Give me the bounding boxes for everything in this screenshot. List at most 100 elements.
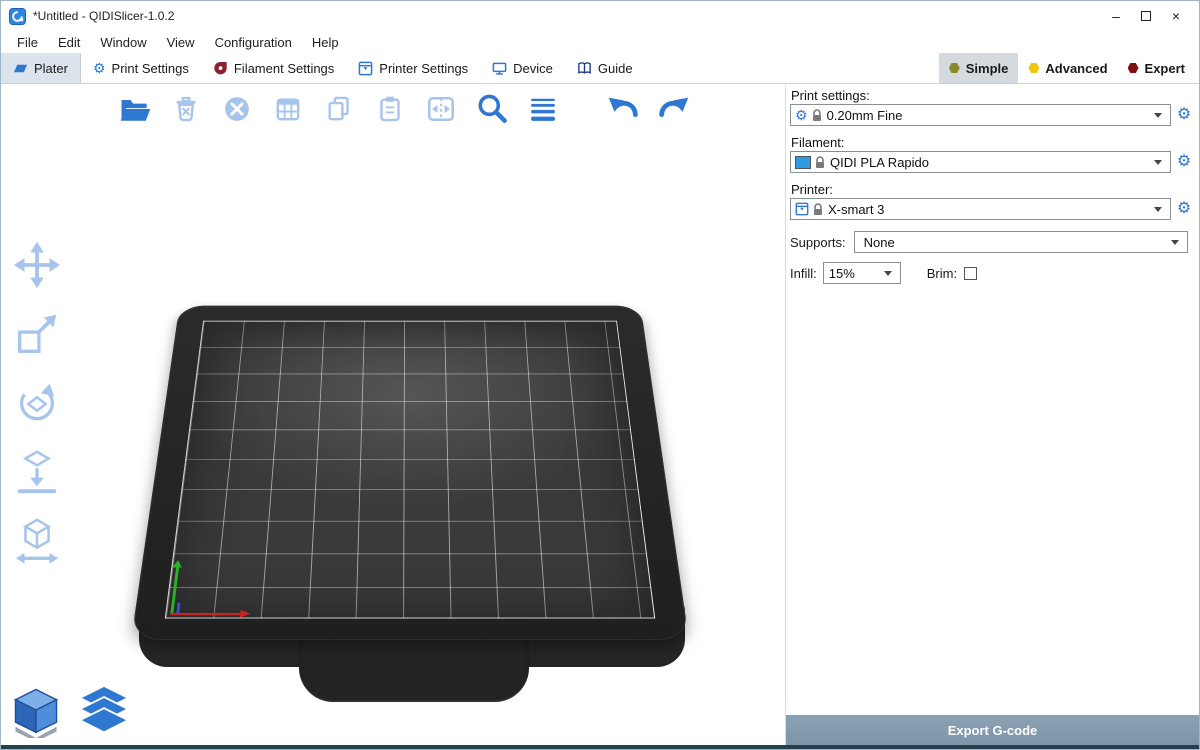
mode-label: Simple: [966, 61, 1009, 76]
tab-label: Guide: [598, 61, 633, 76]
gear-icon: ⚙: [795, 108, 808, 122]
filament-label: Filament:: [791, 135, 1195, 150]
dropdown-arrow: [1150, 160, 1166, 165]
undo-button[interactable]: [601, 87, 645, 131]
mode-switcher: Simple Advanced Expert: [939, 53, 1199, 83]
supports-label: Supports:: [790, 235, 846, 250]
preview-layers-view-button[interactable]: [75, 681, 133, 739]
app-logo-icon: [9, 8, 26, 25]
minimize-button[interactable]: –: [1101, 4, 1131, 28]
simple-mode-icon: [949, 63, 960, 74]
tab-printer-settings[interactable]: Printer Settings: [346, 53, 480, 83]
mode-expert[interactable]: Expert: [1118, 53, 1195, 83]
printer-icon: [795, 202, 809, 216]
tab-label: Device: [513, 61, 553, 76]
tab-guide[interactable]: Guide: [565, 53, 645, 83]
redo-button[interactable]: [652, 87, 696, 131]
filament-value: QIDI PLA Rapido: [830, 155, 929, 170]
tabbar: Plater ⚙ Print Settings Filament Setting…: [1, 53, 1199, 84]
lock-icon: [812, 109, 822, 122]
menu-view[interactable]: View: [157, 35, 205, 50]
printer-gear-button[interactable]: ⚙: [1173, 198, 1195, 220]
paste-button[interactable]: [368, 87, 412, 131]
printer-icon: [358, 61, 373, 76]
mode-simple[interactable]: Simple: [939, 53, 1019, 83]
export-gcode-button[interactable]: Export G-code: [786, 715, 1199, 745]
infill-value: 15%: [829, 266, 855, 281]
menu-window[interactable]: Window: [90, 35, 156, 50]
filament-color-swatch: [795, 156, 811, 169]
dropdown-arrow: [1167, 240, 1183, 245]
dropdown-arrow: [1150, 113, 1166, 118]
search-button[interactable]: [470, 87, 514, 131]
print-settings-select[interactable]: ⚙ 0.20mm Fine: [790, 104, 1171, 126]
expert-mode-icon: [1128, 63, 1139, 74]
window-bottom-edge: [1, 745, 1199, 749]
scale-button[interactable]: [9, 306, 65, 362]
split-objects-button[interactable]: [419, 87, 463, 131]
printer-bed-handle: [299, 630, 529, 702]
brim-checkbox[interactable]: [964, 267, 977, 280]
filament-icon: [213, 61, 228, 76]
tab-device[interactable]: Device: [480, 53, 565, 83]
guide-icon: [577, 61, 592, 76]
printer-label: Printer:: [791, 182, 1195, 197]
tab-label: Plater: [34, 61, 68, 76]
rotate-button[interactable]: [9, 375, 65, 431]
place-on-face-button[interactable]: [9, 444, 65, 500]
main-area: Print settings: ⚙ 0.20mm Fine ⚙ Filament…: [1, 85, 1199, 745]
mode-advanced[interactable]: Advanced: [1018, 53, 1117, 83]
tab-print-settings[interactable]: ⚙ Print Settings: [81, 53, 201, 83]
scale-to-fit-button[interactable]: [9, 513, 65, 569]
device-icon: [492, 61, 507, 76]
plater-icon: [13, 61, 28, 76]
printer-bed-frame: [131, 306, 689, 640]
printer-value: X-smart 3: [828, 202, 884, 217]
dropdown-arrow: [1150, 207, 1166, 212]
infill-select[interactable]: 15%: [823, 262, 901, 284]
advanced-mode-icon: [1028, 63, 1039, 74]
3d-editor-view-button[interactable]: [7, 681, 65, 739]
supports-value: None: [864, 235, 895, 250]
tab-filament-settings[interactable]: Filament Settings: [201, 53, 346, 83]
close-button[interactable]: ×: [1161, 4, 1191, 28]
printer-select[interactable]: X-smart 3: [790, 198, 1171, 220]
arrange-button[interactable]: [266, 87, 310, 131]
supports-select[interactable]: None: [854, 231, 1188, 253]
menu-file[interactable]: File: [7, 35, 48, 50]
x-axis-indicator: [170, 613, 245, 615]
filament-select[interactable]: QIDI PLA Rapido: [790, 151, 1171, 173]
tab-plater[interactable]: Plater: [1, 53, 81, 83]
lock-icon: [815, 156, 825, 169]
printer-bed: [131, 306, 689, 640]
variable-layer-height-button[interactable]: [521, 87, 565, 131]
viewport-toolbar: [113, 87, 696, 131]
3d-viewport[interactable]: [1, 85, 786, 745]
bed-grid-surface: [165, 321, 655, 619]
settings-panel: Print settings: ⚙ 0.20mm Fine ⚙ Filament…: [786, 85, 1199, 745]
tab-label: Printer Settings: [379, 61, 468, 76]
titlebar: *Untitled - QIDISlicer-1.0.2 – ×: [1, 1, 1199, 31]
open-folder-button[interactable]: [113, 87, 157, 131]
copy-button[interactable]: [317, 87, 361, 131]
infill-label: Infill:: [790, 266, 817, 281]
mode-label: Expert: [1145, 61, 1185, 76]
mode-label: Advanced: [1045, 61, 1107, 76]
move-button[interactable]: [9, 237, 65, 293]
delete-all-button[interactable]: [215, 87, 259, 131]
maximize-button[interactable]: [1131, 4, 1161, 28]
menubar: File Edit Window View Configuration Help: [1, 31, 1199, 53]
window-controls: – ×: [1101, 4, 1191, 28]
filament-gear-button[interactable]: ⚙: [1173, 151, 1195, 173]
lock-icon: [813, 203, 823, 216]
gizmo-toolbar: [9, 237, 65, 569]
menu-help[interactable]: Help: [302, 35, 349, 50]
print-settings-value: 0.20mm Fine: [827, 108, 903, 123]
menu-configuration[interactable]: Configuration: [205, 35, 302, 50]
maximize-icon: [1141, 11, 1151, 21]
delete-button[interactable]: [164, 87, 208, 131]
dropdown-arrow: [880, 271, 896, 276]
window-title: *Untitled - QIDISlicer-1.0.2: [33, 9, 174, 23]
menu-edit[interactable]: Edit: [48, 35, 90, 50]
print-settings-gear-button[interactable]: ⚙: [1173, 104, 1195, 126]
